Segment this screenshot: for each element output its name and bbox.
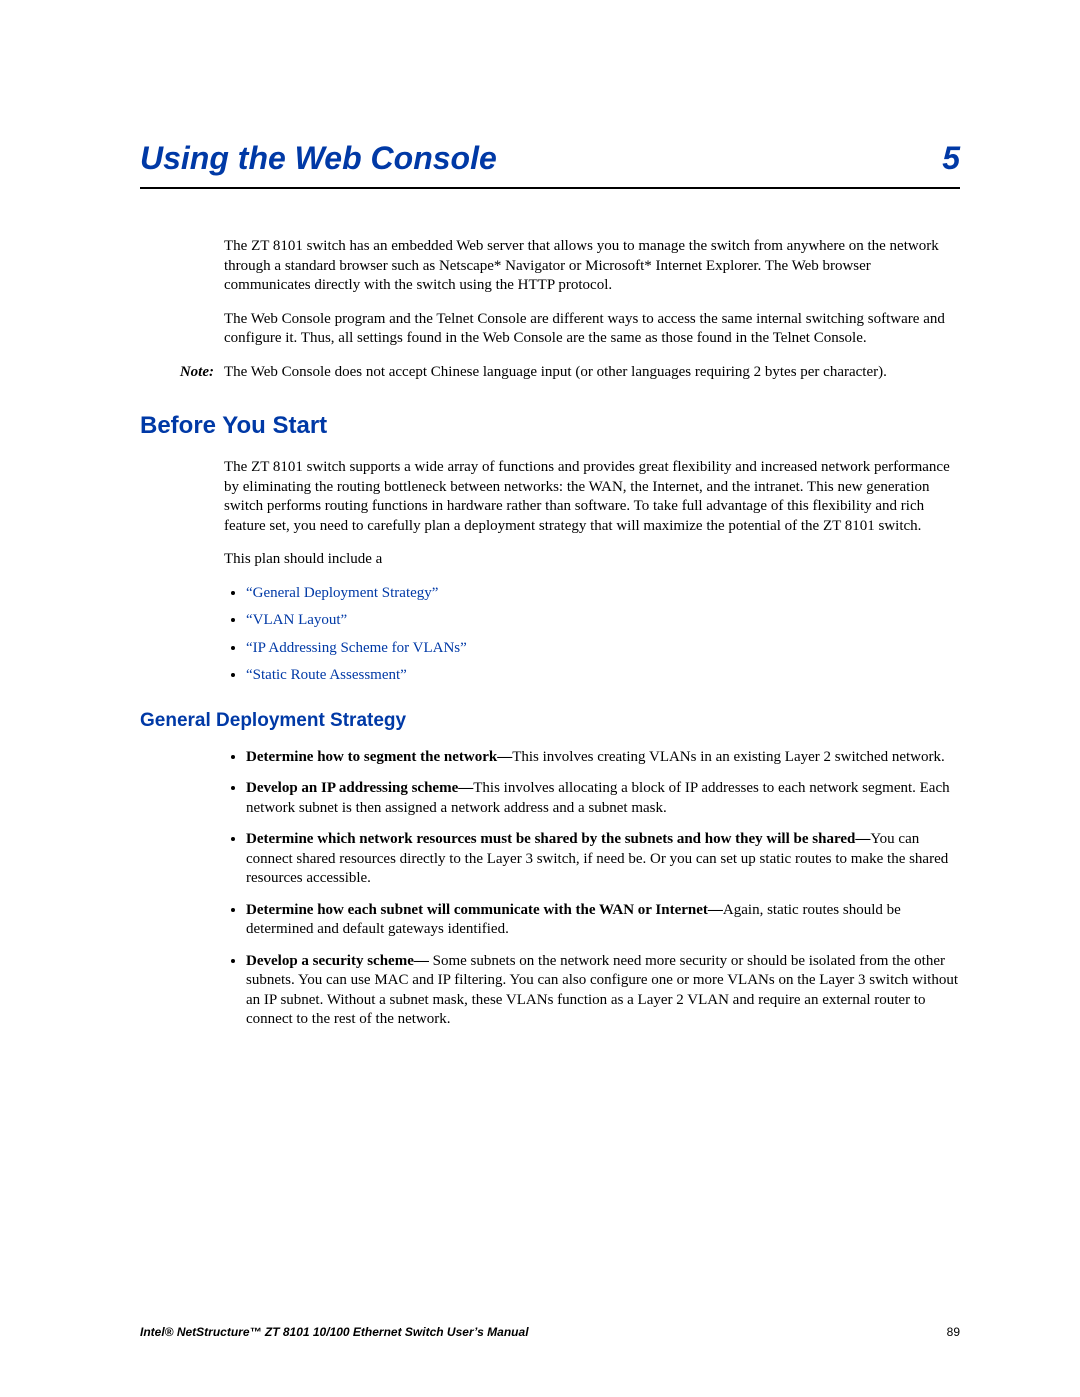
general-deployment-body: Determine how to segment the network—Thi… <box>224 748 960 1030</box>
note-text: The Web Console does not accept Chinese … <box>224 363 960 383</box>
before-you-start-p1: The ZT 8101 switch supports a wide array… <box>224 458 960 536</box>
link-general-deployment[interactable]: “General Deployment Strategy” <box>246 584 960 604</box>
note-block: Note: The Web Console does not accept Ch… <box>140 363 960 383</box>
link-static-route[interactable]: “Static Route Assessment” <box>246 666 960 686</box>
strategy-item-5-bold: Develop a security scheme— <box>246 953 429 969</box>
strategy-item-1: Determine how to segment the network—Thi… <box>246 748 960 768</box>
strategy-item-1-text: This involves creating VLANs in an exist… <box>512 749 945 765</box>
strategy-item-2-bold: Develop an IP addressing scheme— <box>246 780 473 796</box>
strategy-item-2: Develop an IP addressing scheme—This inv… <box>246 779 960 818</box>
chapter-title: Using the Web Console <box>140 140 497 177</box>
strategy-item-3: Determine which network resources must b… <box>246 830 960 889</box>
page-content: Using the Web Console 5 The ZT 8101 swit… <box>0 0 1080 1102</box>
strategy-item-5: Develop a security scheme— Some subnets … <box>246 952 960 1030</box>
before-you-start-body: The ZT 8101 switch supports a wide array… <box>224 458 960 686</box>
intro-block: The ZT 8101 switch has an embedded Web s… <box>224 237 960 349</box>
footer-title: Intel® NetStructure™ ZT 8101 10/100 Ethe… <box>140 1325 529 1339</box>
footer-page-number: 89 <box>947 1325 960 1339</box>
strategy-list: Determine how to segment the network—Thi… <box>224 748 960 1030</box>
page-footer: Intel® NetStructure™ ZT 8101 10/100 Ethe… <box>140 1325 960 1339</box>
section-general-deployment-title: General Deployment Strategy <box>140 710 960 732</box>
intro-paragraph-2: The Web Console program and the Telnet C… <box>224 310 960 349</box>
intro-paragraph-1: The ZT 8101 switch has an embedded Web s… <box>224 237 960 296</box>
strategy-item-4: Determine how each subnet will communica… <box>246 901 960 940</box>
link-vlan-layout[interactable]: “VLAN Layout” <box>246 611 960 631</box>
plan-links-list: “General Deployment Strategy” “VLAN Layo… <box>224 584 960 686</box>
strategy-item-3-bold: Determine which network resources must b… <box>246 831 870 847</box>
before-you-start-p2: This plan should include a <box>224 550 960 570</box>
chapter-number: 5 <box>942 140 960 177</box>
strategy-item-1-bold: Determine how to segment the network— <box>246 749 512 765</box>
note-label: Note: <box>140 363 224 383</box>
section-before-you-start-title: Before You Start <box>140 412 960 440</box>
strategy-item-4-bold: Determine how each subnet will communica… <box>246 902 723 918</box>
chapter-header: Using the Web Console 5 <box>140 140 960 189</box>
link-ip-addressing[interactable]: “IP Addressing Scheme for VLANs” <box>246 639 960 659</box>
